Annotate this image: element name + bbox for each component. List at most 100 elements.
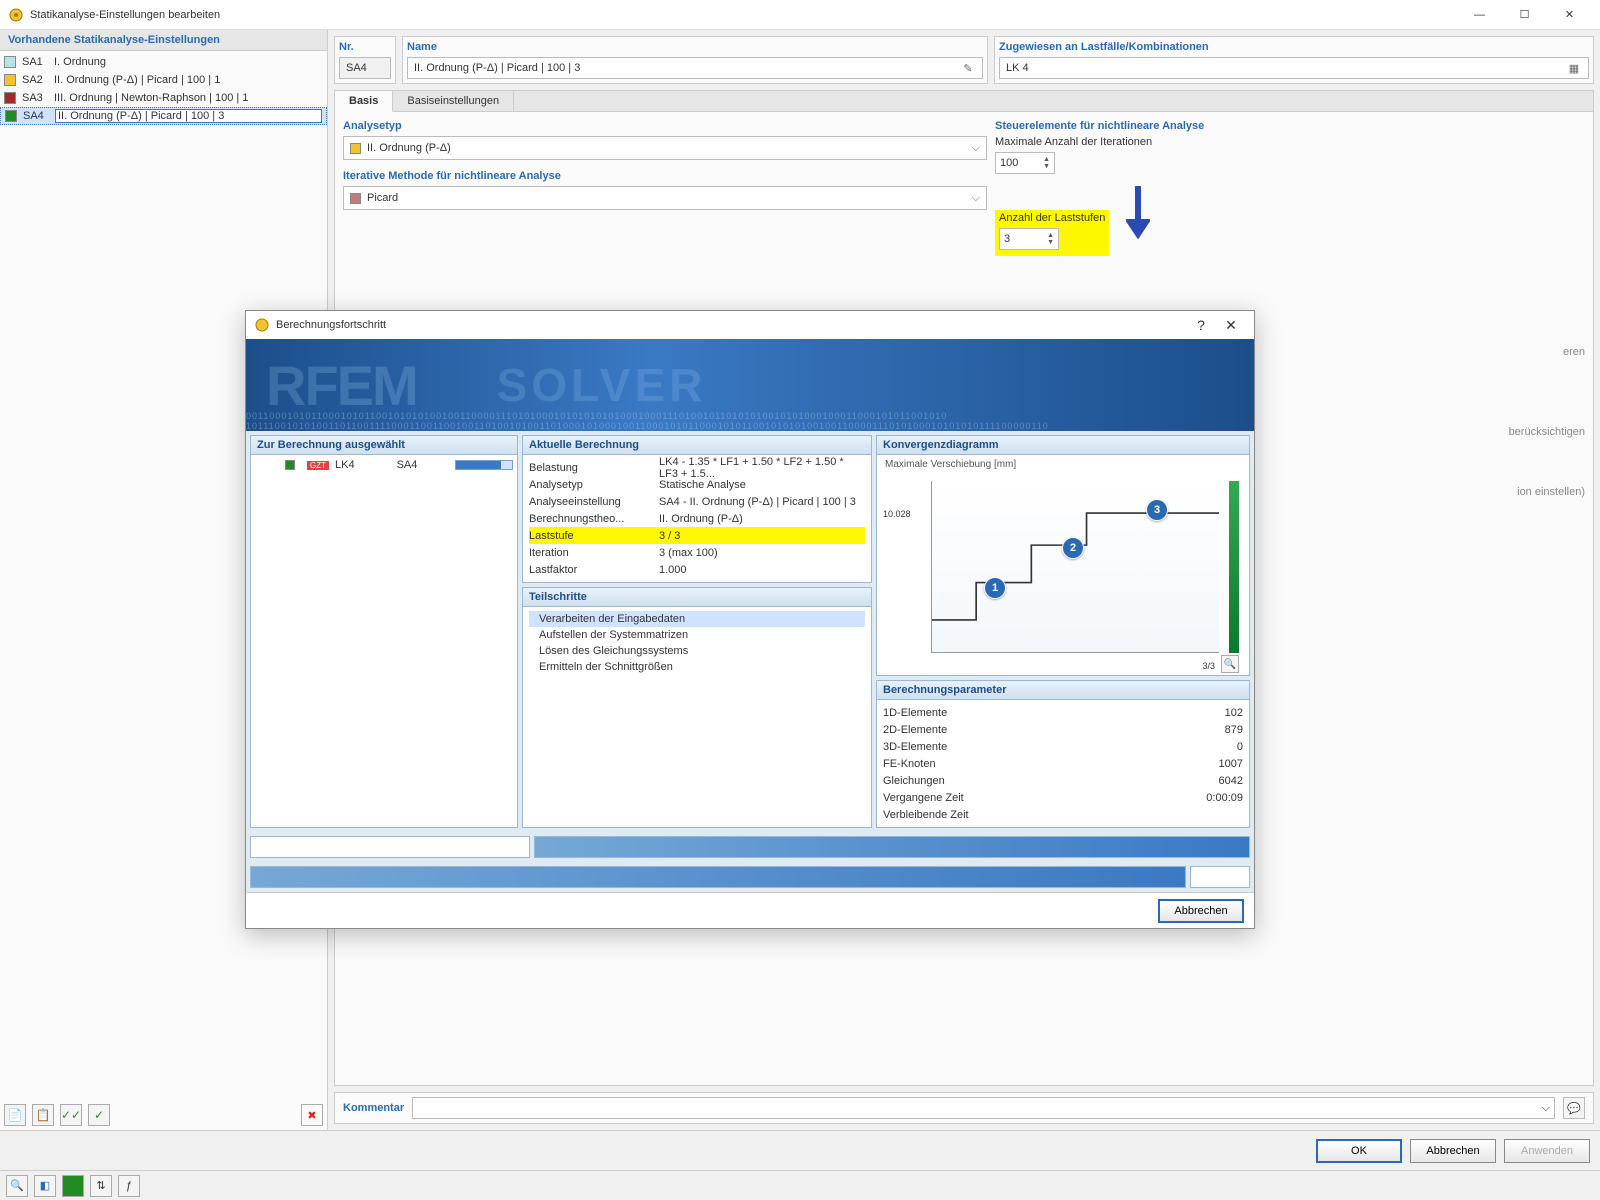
calc-kvrow: BelastungLK4 - 1.35 * LF1 + 1.50 * LF2 +… xyxy=(529,459,865,476)
config-color-icon xyxy=(4,56,16,68)
app-icon xyxy=(254,317,270,333)
tree-badge: GZT xyxy=(307,461,329,470)
chart-xtick: 3/3 xyxy=(1202,661,1215,671)
convergence-panel: Konvergenzdiagramm Maximale Verschiebung… xyxy=(876,435,1250,676)
chart-marker-1: 1 xyxy=(984,577,1006,599)
chart-marker-3: 3 xyxy=(1146,499,1168,521)
chart-plot xyxy=(932,481,1219,652)
progress-bar-sub xyxy=(534,836,1250,858)
new-config-button[interactable]: 📄 xyxy=(4,1104,26,1126)
dialog-footer: OK Abbrechen Anwenden xyxy=(0,1130,1600,1170)
analysis-type-label: Analysetyp xyxy=(343,120,987,132)
chevron-down-icon: ⌵ xyxy=(972,192,980,205)
substeps-panel: Teilschritte Verarbeiten der Eingabedate… xyxy=(522,587,872,828)
param-kvrow: 3D-Elemente0 xyxy=(883,738,1243,755)
ok-button[interactable]: OK xyxy=(1316,1139,1402,1163)
tab-basis[interactable]: Basis xyxy=(335,91,393,112)
modal-title: Berechnungsfortschritt xyxy=(276,319,386,331)
iter-method-label: Iterative Methode für nichtlineare Analy… xyxy=(343,170,987,182)
chart-marker-2: 2 xyxy=(1062,537,1084,559)
comment-label: Kommentar xyxy=(343,1102,404,1114)
calc-params-header: Berechnungsparameter xyxy=(877,681,1249,700)
max-iter-label: Maximale Anzahl der Iterationen xyxy=(995,136,1585,148)
calc-kvrow: Berechnungstheo...II. Ordnung (P-Δ) xyxy=(529,510,865,527)
status-btn-2[interactable]: ◧ xyxy=(34,1175,56,1197)
modal-close-button[interactable]: ✕ xyxy=(1216,317,1246,334)
progress-bar-total xyxy=(250,866,1186,888)
config-row-sa4[interactable]: SA4 II. Ordnung (P-Δ) | Picard | 100 | 3 xyxy=(0,107,327,125)
chevron-down-icon: ⌵ xyxy=(972,142,980,155)
modal-banner: RFEM SOLVER 1011100101010011011001111000… xyxy=(246,339,1254,431)
substep-row: Lösen des Gleichungssystems xyxy=(529,643,865,659)
status-bar: 🔍 ◧ ⇅ ƒ xyxy=(0,1170,1600,1200)
modal-titlebar: Berechnungsfortschritt ? ✕ xyxy=(246,311,1254,339)
obscured-option-2: berücksichtigen xyxy=(1509,426,1585,438)
name-field: Name II. Ordnung (P-Δ) | Picard | 100 | … xyxy=(402,36,988,84)
config-row-sa3[interactable]: SA3 III. Ordnung | Newton-Raphson | 100 … xyxy=(0,89,327,107)
param-kvrow: FE-Knoten1007 xyxy=(883,755,1243,772)
chart-zoom-button[interactable]: 🔍 xyxy=(1221,655,1239,673)
edit-name-icon[interactable]: ✎ xyxy=(960,62,976,75)
selection-header: Zur Berechnung ausgewählt xyxy=(251,436,517,455)
delete-config-button[interactable]: ✖ xyxy=(301,1104,323,1126)
config-row-sa2[interactable]: SA2 II. Ordnung (P-Δ) | Picard | 100 | 1 xyxy=(0,71,327,89)
calc-tree[interactable]: GZT LK4 SA4 xyxy=(251,455,517,475)
window-title: Statikanalyse-Einstellungen bearbeiten xyxy=(30,9,220,21)
assigned-label: Zugewiesen an Lastfälle/Kombinationen xyxy=(999,41,1589,53)
substep-row: Verarbeiten der Eingabedaten xyxy=(529,611,865,627)
maximize-button[interactable]: ☐ xyxy=(1502,0,1547,30)
iter-method-dropdown[interactable]: Picard ⌵ xyxy=(343,186,987,210)
substeps-header: Teilschritte xyxy=(523,588,871,607)
assigned-field: Zugewiesen an Lastfälle/Kombinationen LK… xyxy=(994,36,1594,84)
tab-basiseinstellungen[interactable]: Basiseinstellungen xyxy=(393,91,514,111)
minimize-button[interactable]: — xyxy=(1457,0,1502,30)
calc-kvrow: Laststufe3 / 3 xyxy=(529,527,865,544)
obscured-option-3: ion einstellen) xyxy=(1517,486,1585,498)
comment-extra-button[interactable]: 💬 xyxy=(1563,1097,1585,1119)
calc-progress-dialog: Berechnungsfortschritt ? ✕ RFEM SOLVER 1… xyxy=(245,310,1255,929)
cancel-button[interactable]: Abbrechen xyxy=(1410,1139,1496,1163)
config-color-icon xyxy=(4,74,16,86)
comment-row: Kommentar ⌵ 💬 xyxy=(334,1092,1594,1124)
assigned-picker-icon[interactable]: ▦ xyxy=(1566,62,1582,75)
param-kvrow: Gleichungen6042 xyxy=(883,772,1243,789)
tree-progress-icon xyxy=(455,460,513,470)
copy-config-button[interactable]: 📋 xyxy=(32,1104,54,1126)
nr-field: Nr. SA4 xyxy=(334,36,396,84)
load-steps-spinner[interactable]: 3▲▼ xyxy=(999,228,1059,250)
config-name-editable[interactable]: II. Ordnung (P-Δ) | Picard | 100 | 3 xyxy=(55,109,322,123)
param-kvrow: 2D-Elemente879 xyxy=(883,721,1243,738)
max-iter-spinner[interactable]: 100▲▼ xyxy=(995,152,1055,174)
substep-row: Aufstellen der Systemmatrizen xyxy=(529,627,865,643)
window-titlebar: Statikanalyse-Einstellungen bearbeiten —… xyxy=(0,0,1600,30)
assigned-input[interactable]: LK 4▦ xyxy=(999,57,1589,79)
chevron-down-icon: ⌵ xyxy=(1542,1102,1550,1115)
close-button[interactable]: ✕ xyxy=(1547,0,1592,30)
check-button-2[interactable]: ✓ xyxy=(88,1104,110,1126)
status-btn-5[interactable]: ƒ xyxy=(118,1175,140,1197)
obscured-option-1: eren xyxy=(1563,346,1585,358)
status-btn-1[interactable]: 🔍 xyxy=(6,1175,28,1197)
analysis-type-dropdown[interactable]: II. Ordnung (P-Δ) ⌵ xyxy=(343,136,987,160)
apply-button: Anwenden xyxy=(1504,1139,1590,1163)
tree-color-icon xyxy=(285,460,295,470)
config-name: III. Ordnung | Newton-Raphson | 100 | 1 xyxy=(54,92,248,104)
nr-label: Nr. xyxy=(339,41,391,53)
comment-input[interactable]: ⌵ xyxy=(412,1097,1555,1119)
modal-progress-bars xyxy=(246,832,1254,862)
status-btn-3[interactable] xyxy=(62,1175,84,1197)
param-kvrow: 1D-Elemente102 xyxy=(883,704,1243,721)
name-input[interactable]: II. Ordnung (P-Δ) | Picard | 100 | 3✎ xyxy=(407,57,983,79)
status-btn-4[interactable]: ⇅ xyxy=(90,1175,112,1197)
substep-row: Ermitteln der Schnittgrößen xyxy=(529,659,865,675)
chart-subtitle: Maximale Verschiebung [mm] xyxy=(885,459,1241,470)
progress-bar-right xyxy=(1190,866,1250,888)
config-name: II. Ordnung (P-Δ) | Picard | 100 | 1 xyxy=(54,74,220,86)
app-icon xyxy=(8,7,24,23)
help-button[interactable]: ? xyxy=(1186,317,1216,333)
chart-ytick: 10.028 xyxy=(883,509,911,519)
modal-cancel-button[interactable]: Abbrechen xyxy=(1158,899,1244,923)
config-row-sa1[interactable]: SA1 I. Ordnung xyxy=(0,53,327,71)
check-button-1[interactable]: ✓✓ xyxy=(60,1104,82,1126)
chart-status-bar xyxy=(1229,481,1239,653)
